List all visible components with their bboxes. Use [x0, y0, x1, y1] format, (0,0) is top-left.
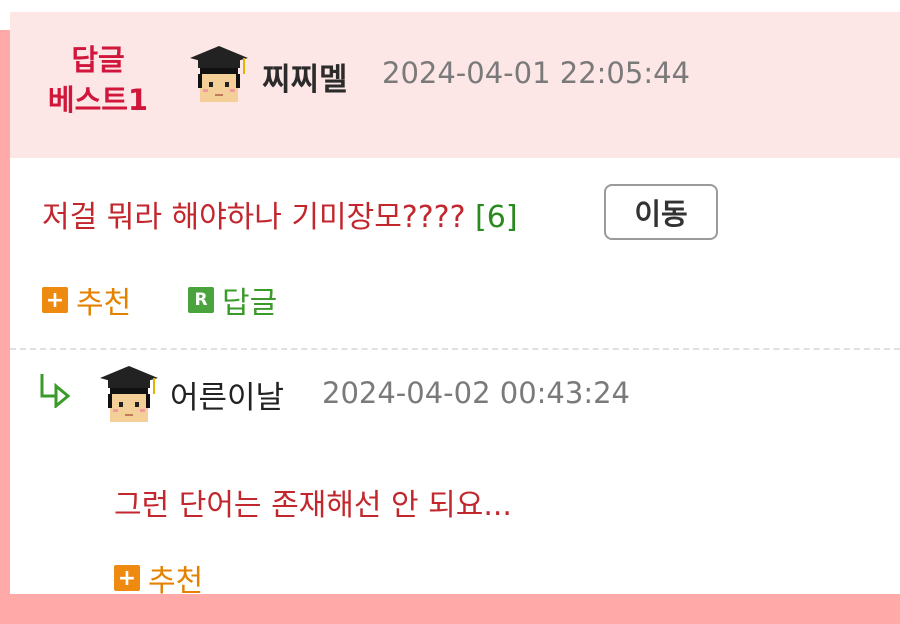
reply-label: 답글 — [222, 286, 278, 321]
recommend-label: 추천 — [148, 564, 204, 599]
reply-timestamp: 2024-04-02 00:43:24 — [322, 376, 630, 410]
graduate-avatar-icon — [188, 44, 250, 108]
reply-recommend-button[interactable]: + 추천 — [114, 556, 203, 600]
reply-r-icon: R — [188, 287, 214, 313]
move-button[interactable]: 이동 — [604, 184, 718, 240]
reply-button[interactable]: R 답글 — [188, 278, 277, 322]
reply-author[interactable]: 어른이날 — [170, 372, 284, 417]
graduate-avatar-icon — [98, 364, 160, 428]
plus-icon: + — [42, 287, 68, 313]
comment-author[interactable]: 찌찌멜 — [262, 54, 348, 99]
best-comment-header: 답글 베스트1 찌찌멜 2024-04-01 22:05:44 — [10, 12, 900, 158]
comment-divider — [10, 348, 900, 350]
best-reply-badge: 답글 베스트1 — [38, 40, 158, 120]
comment-body: 저걸 뭐라 해야하나 기미장모???? [6] — [42, 192, 518, 236]
best-badge-line1: 답글 — [71, 43, 125, 77]
best-badge-line2: 베스트1 — [47, 83, 149, 117]
reply-text: 그런 단어는 존재해선 안 되요... — [114, 488, 512, 523]
recommend-label: 추천 — [76, 286, 132, 321]
recommend-button[interactable]: + 추천 — [42, 278, 131, 322]
reply-count[interactable]: [6] — [475, 200, 518, 235]
reply-arrow-icon — [38, 372, 80, 410]
comment-section: 답글 베스트1 찌찌멜 2024-04-01 22:05:44 저걸 뭐라 해야… — [10, 12, 900, 599]
comment-timestamp: 2024-04-01 22:05:44 — [382, 56, 690, 90]
comment-text: 저걸 뭐라 해야하나 기미장모???? — [42, 200, 466, 235]
plus-icon: + — [114, 565, 140, 591]
